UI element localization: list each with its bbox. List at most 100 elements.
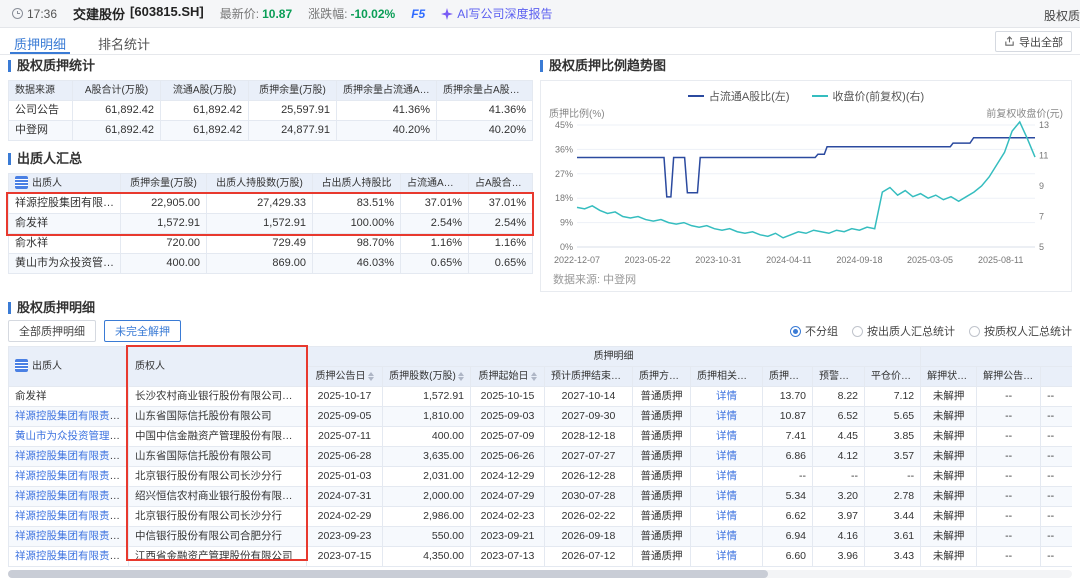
header-cell: 质押余量占流通A股比 bbox=[337, 81, 437, 101]
export-all-button[interactable]: 导出全部 bbox=[995, 31, 1072, 52]
header-cell: 出质人 bbox=[9, 174, 121, 194]
pledgor-name[interactable]: 祥源控股集团有限责任公司 bbox=[15, 490, 129, 502]
header-cell[interactable]: 预警价格 bbox=[813, 367, 865, 387]
cell: 普通质押 bbox=[633, 547, 691, 567]
table-row: 祥源控股集团有限责任公司北京银行股份有限公司长沙分行2025-01-032,03… bbox=[9, 467, 1073, 487]
cell: 2025-01-03 bbox=[307, 467, 383, 487]
header-cell[interactable]: 质押公告日 bbox=[307, 367, 383, 387]
pledgor-name[interactable]: 祥源控股集团有限责任公司 bbox=[15, 410, 129, 422]
header-label: 平仓价格 bbox=[871, 371, 911, 382]
cell: 北京银行股份有限公司长沙分行 bbox=[129, 507, 307, 527]
f5-shortcut[interactable]: F5 bbox=[411, 7, 425, 21]
sort-icon[interactable] bbox=[681, 372, 687, 381]
cell: 2,031.00 bbox=[383, 467, 471, 487]
pledgor-name[interactable]: 祥源控股集团有限责任公司 bbox=[15, 450, 129, 462]
header-cell[interactable]: 质押方式 bbox=[633, 367, 691, 387]
legend-item-0[interactable]: 占流通A股比(左) bbox=[688, 88, 790, 104]
filter-button-0[interactable]: 全部质押明细 bbox=[8, 320, 96, 342]
cell: -- bbox=[977, 527, 1041, 547]
detail-link[interactable]: 详情 bbox=[716, 390, 737, 402]
sort-icon[interactable] bbox=[913, 372, 919, 381]
status: 未解押 bbox=[933, 470, 965, 482]
detail-link[interactable]: 详情 bbox=[716, 470, 737, 482]
header-cell[interactable]: 质押成本 bbox=[763, 367, 813, 387]
header-cell[interactable]: 预计质押结束日 bbox=[545, 367, 633, 387]
horizontal-scrollbar[interactable] bbox=[8, 570, 1072, 578]
pledgee: 山东省国际信托股份有限公司 bbox=[135, 410, 272, 422]
cell: 40.20% bbox=[437, 121, 533, 141]
detail-link[interactable]: 详情 bbox=[716, 410, 737, 422]
tab-0[interactable]: 质押明细 bbox=[10, 28, 70, 54]
svg-text:2023-05-22: 2023-05-22 bbox=[625, 255, 671, 265]
filter-button-1[interactable]: 未完全解押 bbox=[104, 320, 181, 342]
header-cell: 出质人 bbox=[9, 347, 129, 387]
pledgor-name[interactable]: 祥源控股集团有限责任公司 bbox=[15, 530, 129, 542]
start-date: 2023-07-13 bbox=[481, 550, 535, 562]
shares: 3,635.00 bbox=[423, 450, 464, 462]
end-date: 2026-07-12 bbox=[562, 550, 616, 562]
pledgor-name[interactable]: 祥源控股集团有限责任公司 bbox=[15, 550, 129, 562]
scrollbar-thumb[interactable] bbox=[8, 570, 768, 578]
legend-item-1[interactable]: 收盘价(前复权)(右) bbox=[812, 88, 925, 104]
cell: 4.12 bbox=[813, 447, 865, 467]
radio-option-0[interactable]: 不分组 bbox=[790, 323, 838, 339]
sort-icon[interactable] bbox=[623, 372, 629, 381]
header-cell: 质押余量占A股合计比 bbox=[437, 81, 533, 101]
cell: -- bbox=[1041, 527, 1072, 547]
cell: 400.00 bbox=[383, 427, 471, 447]
pledgor-name[interactable]: 黄山市为众投资管理中心(... bbox=[15, 430, 129, 442]
ai-report-link[interactable]: AI写公司深度报告 bbox=[441, 5, 552, 22]
cell: 2026-02-22 bbox=[545, 507, 633, 527]
cell: -- bbox=[1041, 547, 1072, 567]
cell: 公司公告 bbox=[9, 101, 73, 121]
extra: -- bbox=[1047, 530, 1054, 542]
release-date: -- bbox=[1005, 410, 1012, 422]
cell: -- bbox=[813, 467, 865, 487]
pledgor-name[interactable]: 祥源控股集团有限责任公司 bbox=[15, 470, 129, 482]
header-label: A股合计(万股) bbox=[85, 85, 148, 96]
svg-text:2025-03-05: 2025-03-05 bbox=[907, 255, 953, 265]
time-text: 17:36 bbox=[27, 7, 57, 21]
header-cell bbox=[921, 347, 1072, 367]
extra: -- bbox=[1047, 550, 1054, 562]
radio-option-1[interactable]: 按出质人汇总统计 bbox=[852, 323, 955, 339]
latest-price-value: 10.87 bbox=[262, 7, 292, 21]
table-row: 俞发祥1,572.911,572.91100.00%2.54%2.54% bbox=[9, 214, 533, 234]
header-cell[interactable]: 质押股数(万股) bbox=[383, 367, 471, 387]
end-date: 2028-12-18 bbox=[562, 430, 616, 442]
sort-icon[interactable] bbox=[458, 372, 464, 381]
header-cell: 数据来源 bbox=[9, 81, 73, 101]
pledge-stats-panel: 股权质押统计 数据来源A股合计(万股)流通A股(万股)质押余量(万股)质押余量占… bbox=[8, 58, 532, 274]
cell: -- bbox=[1041, 507, 1072, 527]
cell: 3.44 bbox=[865, 507, 921, 527]
legend-label: 占流通A股比(左) bbox=[709, 88, 790, 104]
shares: 2,031.00 bbox=[423, 470, 464, 482]
announce-date: 2024-02-29 bbox=[318, 510, 372, 522]
sort-icon[interactable] bbox=[861, 372, 865, 381]
detail-link[interactable]: 详情 bbox=[716, 550, 737, 562]
detail-link[interactable]: 详情 bbox=[716, 530, 737, 542]
start-date: 2025-10-15 bbox=[481, 390, 535, 402]
tab-1[interactable]: 排名统计 bbox=[94, 28, 154, 54]
pledgor-name[interactable]: 祥源控股集团有限责任公司 bbox=[15, 510, 129, 522]
pledgee: 绍兴恒信农村商业银行股份有限公司城... bbox=[135, 490, 307, 502]
header-cell[interactable]: 解押公告日 bbox=[977, 367, 1041, 387]
announce-date: 2025-10-17 bbox=[318, 390, 372, 402]
detail-link[interactable]: 详情 bbox=[716, 450, 737, 462]
cell: 未解押 bbox=[921, 527, 977, 547]
sort-icon[interactable] bbox=[531, 372, 537, 381]
sort-icon[interactable] bbox=[1035, 372, 1041, 381]
close-out: 3.44 bbox=[894, 510, 914, 522]
shares: 4,350.00 bbox=[423, 550, 464, 562]
radio-option-2[interactable]: 按质权人汇总统计 bbox=[969, 323, 1072, 339]
sort-icon[interactable] bbox=[368, 372, 374, 381]
header-cell[interactable]: 平仓价格 bbox=[865, 367, 921, 387]
detail-link[interactable]: 详情 bbox=[716, 430, 737, 442]
header-cell[interactable]: 解押状态 bbox=[921, 367, 977, 387]
sort-icon[interactable] bbox=[969, 372, 975, 381]
column-config-icon[interactable] bbox=[15, 359, 28, 372]
detail-link[interactable]: 详情 bbox=[716, 490, 737, 502]
header-cell[interactable]: 质押起始日 bbox=[471, 367, 545, 387]
column-config-icon[interactable] bbox=[15, 176, 28, 189]
detail-link[interactable]: 详情 bbox=[716, 510, 737, 522]
